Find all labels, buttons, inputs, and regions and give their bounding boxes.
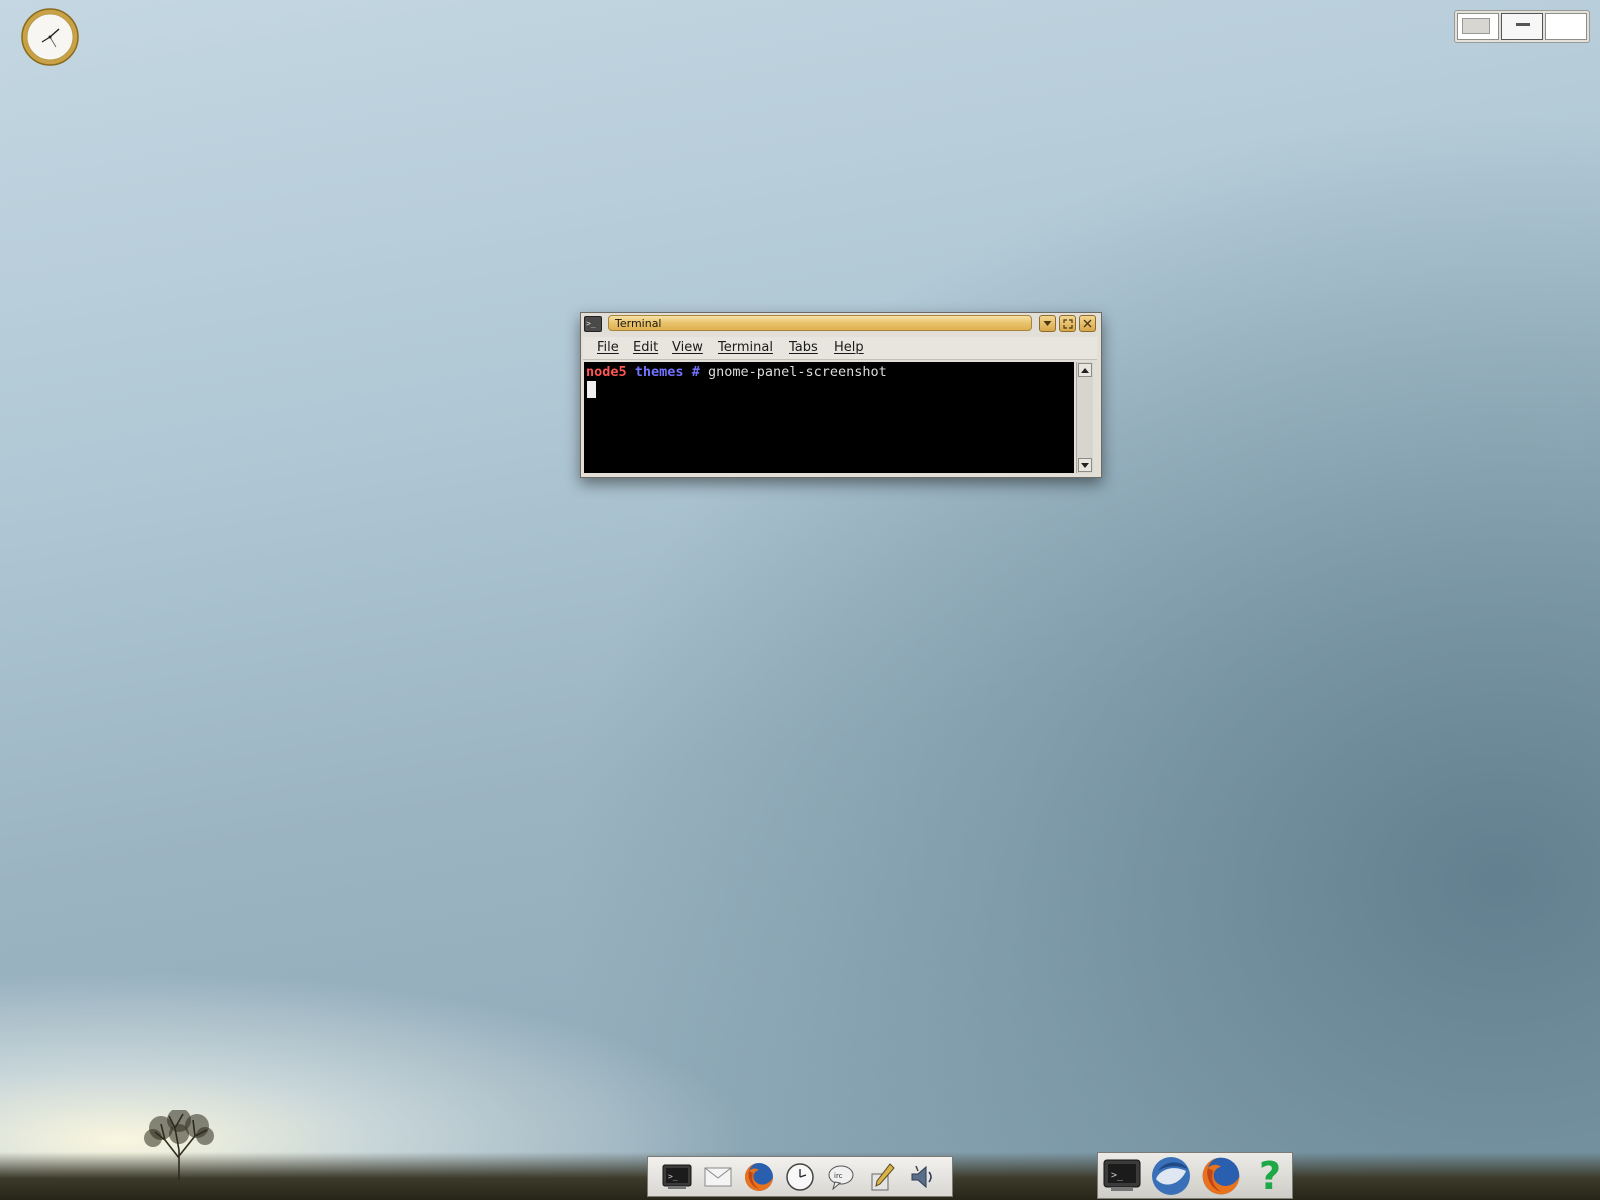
close-icon [1083, 319, 1092, 328]
chevron-down-icon [1043, 321, 1052, 326]
terminal-icon: >_ [1103, 1159, 1141, 1191]
window-titlebar[interactable]: >_ Terminal [581, 313, 1101, 335]
clock-launcher[interactable] [783, 1160, 817, 1194]
scroll-down-button[interactable] [1078, 458, 1092, 472]
firefox-icon [745, 1162, 773, 1191]
minimize-button[interactable] [1039, 315, 1056, 332]
thunderbird-icon [1152, 1156, 1190, 1195]
prompt-line: node5 themes # gnome-panel-screenshot [586, 364, 887, 380]
menu-terminal[interactable]: Terminal [718, 340, 773, 355]
mail-launcher[interactable] [701, 1160, 735, 1194]
irc-launcher[interactable]: irc [824, 1160, 858, 1194]
menu-help[interactable]: Help [834, 340, 864, 355]
arrow-down-icon [1081, 462, 1089, 468]
help-icon: ? [1258, 1153, 1282, 1198]
terminal-window[interactable]: >_ Terminal File Edit View Terminal Tabs… [580, 312, 1102, 478]
close-button[interactable] [1079, 315, 1096, 332]
speaker-icon [911, 1165, 932, 1188]
envelope-icon [704, 1167, 732, 1186]
menubar: File Edit View Terminal Tabs Help [583, 337, 1097, 360]
prompt-dir: themes [634, 364, 684, 380]
desktop-clock-icon[interactable] [20, 7, 80, 67]
menu-edit[interactable]: Edit [633, 340, 658, 355]
terminal-icon: >_ [662, 1164, 692, 1189]
pen-icon [871, 1162, 895, 1190]
prompt-host: node5 [586, 364, 627, 380]
terminal-scrollbar[interactable] [1076, 362, 1093, 473]
workspace-3[interactable] [1545, 13, 1587, 40]
thunderbird-launcher[interactable] [1150, 1155, 1192, 1197]
terminal-window-icon[interactable]: >_ [584, 316, 602, 332]
terminal-launcher-large[interactable]: >_ [1102, 1156, 1142, 1196]
firefox-launcher-large[interactable] [1200, 1155, 1242, 1197]
scroll-up-button[interactable] [1078, 363, 1092, 377]
arrow-up-icon [1081, 367, 1089, 373]
launcher-dock-right: >_ ? [1097, 1152, 1293, 1199]
menu-file[interactable]: File [597, 340, 619, 355]
text-cursor [587, 381, 596, 398]
text-editor-launcher[interactable] [865, 1160, 899, 1194]
workspace-1[interactable] [1457, 13, 1499, 40]
svg-text:>_: >_ [1111, 1170, 1124, 1181]
firefox-icon [1202, 1157, 1240, 1194]
svg-text:irc: irc [834, 1172, 843, 1180]
prompt-symbol: # [691, 364, 700, 380]
menu-view[interactable]: View [672, 340, 703, 355]
tree-silhouette [144, 1110, 214, 1180]
svg-text:>_: >_ [668, 1172, 678, 1181]
sound-launcher[interactable] [906, 1160, 940, 1194]
maximize-button[interactable] [1059, 315, 1076, 332]
firefox-launcher[interactable] [742, 1160, 776, 1194]
workspace-pager[interactable] [1454, 10, 1590, 43]
menu-tabs[interactable]: Tabs [789, 340, 818, 355]
help-launcher[interactable]: ? [1250, 1155, 1290, 1197]
window-title: Terminal [608, 315, 1032, 331]
launcher-dock-left: >_ irc [647, 1156, 953, 1197]
prompt-command: gnome-panel-screenshot [707, 364, 887, 380]
terminal-launcher[interactable]: >_ [660, 1160, 694, 1194]
clock-icon [786, 1162, 814, 1191]
chat-bubble-icon: irc [828, 1165, 854, 1190]
maximize-icon [1062, 318, 1073, 329]
workspace-2[interactable] [1501, 13, 1543, 40]
terminal-output[interactable]: node5 themes # gnome-panel-screenshot [584, 362, 1074, 473]
